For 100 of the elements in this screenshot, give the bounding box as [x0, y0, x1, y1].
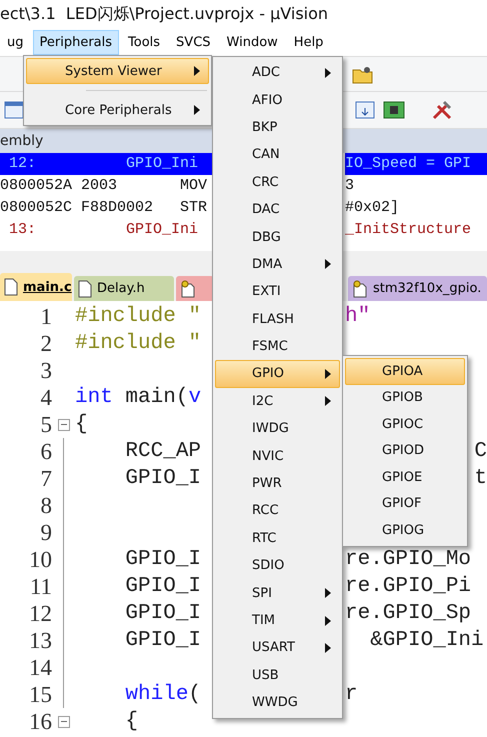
line-number: 1	[40, 304, 52, 330]
disassembly-text[interactable]: 12: GPIO_Ini	[0, 153, 212, 175]
disassembly-text[interactable]: IO_Speed = GPI	[345, 153, 487, 175]
menu-item[interactable]: SDIO	[215, 552, 340, 580]
code-text: r	[345, 683, 358, 706]
code-text: &GPIO_Ini	[369, 629, 484, 652]
disassembly-text[interactable]: 0800052C F88D0002 STR	[0, 197, 212, 219]
menu-item[interactable]: TIM	[215, 606, 340, 634]
menu-item[interactable]: DMA	[215, 250, 340, 278]
menu-item[interactable]: I2C	[215, 388, 340, 416]
menu-item[interactable]: Peripherals	[32, 30, 120, 54]
menu-item[interactable]: CRC	[215, 168, 340, 196]
menu-item-label: FSMC	[252, 339, 288, 354]
menu-item[interactable]: Core Peripherals	[26, 97, 209, 123]
chip-icon[interactable]	[383, 100, 405, 120]
menu-item-label: RTC	[252, 530, 276, 546]
code-text: re.GPIO_Pi	[345, 575, 472, 598]
menu-item[interactable]: Help	[286, 30, 330, 54]
fold-toggle-icon[interactable]	[58, 716, 70, 728]
menu-item[interactable]: BKP	[215, 114, 340, 142]
code-text: #include "	[75, 305, 202, 328]
menu-item[interactable]: Tools	[121, 30, 168, 54]
menu-item[interactable]: GPIOG	[345, 517, 465, 544]
menu-item[interactable]: SPI	[215, 579, 340, 607]
line-number: 11	[28, 574, 52, 600]
line-number: 4	[40, 384, 52, 410]
code-text: re.GPIO_Sp	[345, 602, 472, 625]
code-text: GPIO_I	[124, 602, 202, 625]
line-number: 8	[40, 492, 52, 518]
menu-item[interactable]: FLASH	[215, 306, 340, 333]
line-number: 9	[40, 520, 52, 546]
menu-item-label: GPIOG	[382, 522, 424, 538]
menu-item[interactable]: GPIOB	[345, 384, 465, 411]
code-text: re.GPIO_Mo	[345, 548, 472, 571]
menu-item[interactable]: IWDG	[215, 415, 340, 442]
menu-item-label: IWDG	[252, 421, 289, 436]
menu-item[interactable]: GPIOD	[345, 438, 465, 464]
tools-icon[interactable]	[431, 99, 453, 121]
disassembly-text[interactable]: 3	[345, 175, 487, 197]
menu-item[interactable]: CAN	[215, 141, 340, 169]
file-tab[interactable]: Delay.h	[74, 276, 174, 301]
menu-item[interactable]: DAC	[215, 196, 340, 224]
menu-item[interactable]: NVIC	[215, 442, 340, 470]
menu-item-label: GPIO	[252, 366, 284, 382]
code-text: GPIO_I	[124, 548, 202, 571]
command-window-icon[interactable]	[4, 101, 24, 119]
menu-item-label: PWR	[252, 476, 282, 492]
file-tab[interactable]	[176, 276, 214, 301]
disassembly-text[interactable]: 13: GPIO_Ini	[0, 219, 212, 241]
menu-item[interactable]: GPIOC	[345, 411, 465, 438]
code-text: GPIO_I	[124, 629, 202, 652]
menu-item-label: DMA	[252, 256, 282, 272]
menu-item[interactable]: Window	[220, 30, 285, 54]
menu-item-label: System Viewer	[65, 64, 162, 78]
disassembly-text[interactable]: 0800052A 2003 MOV	[0, 175, 212, 197]
disassembly-text[interactable]: _InitStructure	[345, 219, 487, 241]
menu-item[interactable]: USB	[215, 662, 340, 689]
menu-item[interactable]: USART	[215, 634, 340, 662]
line-number: 16	[28, 708, 52, 734]
menu-item[interactable]: GPIO	[215, 360, 340, 388]
fold-toggle-icon[interactable]	[58, 418, 70, 430]
menu-item[interactable]: RCC	[215, 497, 340, 525]
code-text: {	[75, 413, 89, 436]
line-number: 5	[40, 412, 52, 438]
window-title: ect\3.1 LED闪烁\Project.uvprojx - µVision	[0, 4, 328, 24]
tab-label: main.c	[23, 280, 72, 294]
menu-item[interactable]: ug	[0, 30, 30, 54]
menu-item[interactable]: DBG	[215, 223, 340, 251]
line-number: 10	[28, 546, 52, 572]
menu-item-label: DAC	[252, 202, 280, 218]
code-text: #include "	[75, 332, 202, 355]
menu-item-label: SDIO	[252, 558, 284, 574]
menu-item[interactable]: GPIOA	[345, 358, 465, 384]
menu-item-label: GPIOF	[382, 496, 422, 512]
menu-item[interactable]: FSMC	[215, 332, 340, 360]
menu-item-label: CRC	[252, 174, 279, 190]
window-icon[interactable]	[355, 101, 375, 119]
line-number: 14	[28, 654, 52, 680]
menu-item[interactable]: AFIO	[215, 86, 340, 114]
menu-item[interactable]: EXTI	[215, 278, 340, 306]
file-tab[interactable]: stm32f10x_gpio.	[348, 276, 487, 301]
menu-item-label: GPIOC	[382, 416, 424, 432]
menu-item[interactable]: ADC	[215, 59, 340, 86]
menu-item[interactable]: GPIOF	[345, 490, 465, 517]
menu-item-label: SPI	[252, 586, 272, 601]
menu-item-label: EXTI	[252, 284, 281, 300]
menu-item-label: CAN	[252, 147, 280, 162]
menu-item[interactable]: PWR	[215, 470, 340, 498]
menu-item[interactable]: GPIOE	[345, 464, 465, 490]
menu-item[interactable]: SVCS	[169, 30, 218, 54]
file-tab[interactable]: main.c	[0, 273, 72, 301]
disassembly-text[interactable]: #0x02]	[345, 197, 487, 219]
folder-icon[interactable]	[352, 64, 374, 84]
code-text: t	[474, 467, 487, 490]
menu-item-label: USART	[252, 640, 295, 656]
menu-item[interactable]: System Viewer	[26, 58, 209, 84]
menu-item[interactable]: WWDG	[215, 688, 340, 716]
tab-label: Delay.h	[97, 281, 145, 296]
menu-item[interactable]: RTC	[215, 524, 340, 552]
menu-item-label: WWDG	[252, 695, 298, 710]
